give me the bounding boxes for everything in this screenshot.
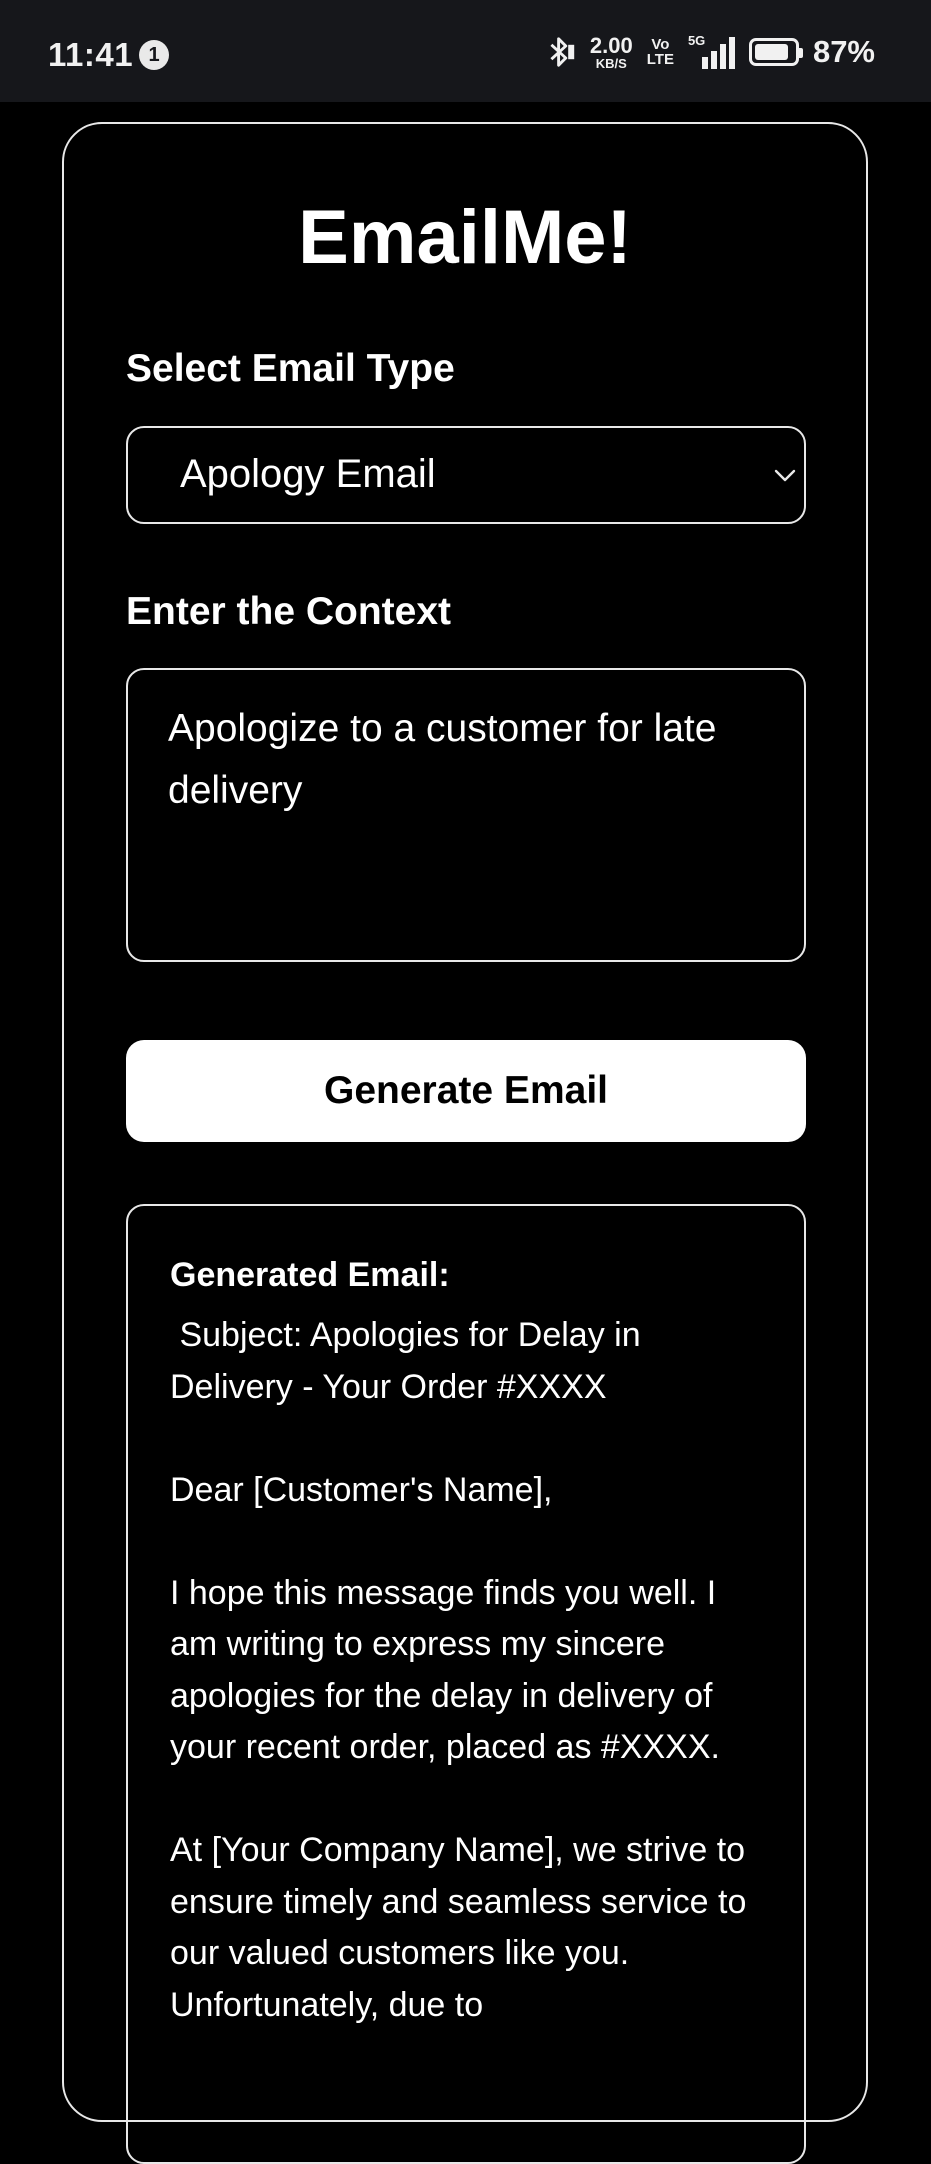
email-paragraph: I hope this message finds you well. I am… xyxy=(170,1573,720,1767)
generate-email-button[interactable]: Generate Email xyxy=(126,1040,806,1142)
email-type-select[interactable]: Apology Email xyxy=(126,426,806,524)
volte-indicator: Vo LTE xyxy=(647,37,674,67)
email-type-label: Select Email Type xyxy=(126,347,455,390)
status-time: 11:41 xyxy=(48,36,134,73)
network-type-label: 5G xyxy=(687,33,706,48)
status-icons: 2.00 KB/S Vo LTE 5G 87% xyxy=(546,30,875,74)
generated-email-panel: Generated Email: Subject: Apologies for … xyxy=(126,1204,806,2164)
network-speed: 2.00 KB/S xyxy=(589,32,633,71)
context-label: Enter the Context xyxy=(126,590,452,633)
status-bar: 11:41 1 2.00 KB/S Vo LTE 5G 87% xyxy=(0,0,931,102)
notification-count-badge: 1 xyxy=(139,40,169,70)
email-paragraph: Subject: Apologies for Delay in Delivery… xyxy=(170,1316,651,1406)
battery-icon xyxy=(748,38,803,66)
signal-strength-icon: 5G xyxy=(687,33,735,69)
chevron-down-icon xyxy=(774,469,796,482)
network-speed-unit: KB/S xyxy=(595,55,627,71)
bluetooth-icon xyxy=(550,37,575,67)
email-type-selected-value: Apology Email xyxy=(180,452,436,496)
app-title: EmailMe! xyxy=(298,195,632,280)
battery-level-fill xyxy=(754,44,788,60)
generated-email-heading: Generated Email: xyxy=(170,1256,450,1294)
email-paragraph: At [Your Company Name], we strive to ens… xyxy=(170,1831,747,2024)
network-speed-value: 2.00 xyxy=(589,32,633,58)
volte-bottom-label: LTE xyxy=(646,51,674,68)
email-paragraph: Dear [Customer's Name], xyxy=(170,1470,553,1509)
context-textarea[interactable]: Apologize to a customer for late deliver… xyxy=(126,668,806,962)
battery-percent: 87% xyxy=(812,34,875,69)
volte-top-label: Vo xyxy=(651,36,670,53)
app-card: EmailMe! Select Email Type Apology Email… xyxy=(62,122,868,2164)
generated-email-body: Subject: Apologies for Delay in Delivery… xyxy=(170,1310,770,2083)
